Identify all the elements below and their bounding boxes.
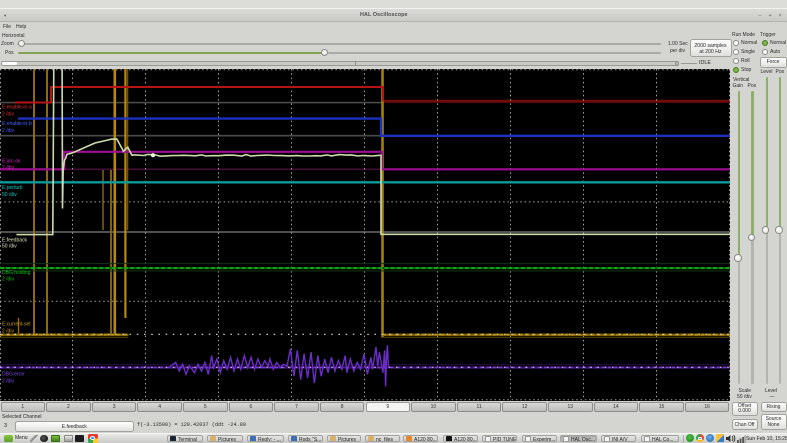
svg-text:2 /div: 2 /div	[2, 276, 14, 282]
svg-text:E:enable-in-b: E:enable-in-b	[2, 121, 32, 127]
svg-text:50 /div: 50 /div	[2, 243, 17, 249]
svg-text:DBG:error: DBG:error	[2, 372, 25, 378]
svg-text:50 /div: 50 /div	[2, 192, 17, 198]
svg-text:E:enable-in-a: E:enable-in-a	[2, 105, 32, 111]
svg-text:E:current-set: E:current-set	[2, 322, 31, 328]
svg-text:E:perturb: E:perturb	[2, 185, 23, 191]
svg-text:2 /div: 2 /div	[2, 128, 14, 134]
svg-text:E:arc-ok: E:arc-ok	[2, 159, 21, 165]
svg-text:2 /div: 2 /div	[2, 328, 14, 334]
svg-text:2 /div: 2 /div	[2, 111, 14, 117]
svg-text:2 /div: 2 /div	[2, 165, 14, 171]
svg-text:2 /div: 2 /div	[2, 378, 14, 384]
svg-text:DBG:holding: DBG:holding	[2, 270, 31, 276]
svg-text:E:feedback: E:feedback	[2, 237, 28, 243]
